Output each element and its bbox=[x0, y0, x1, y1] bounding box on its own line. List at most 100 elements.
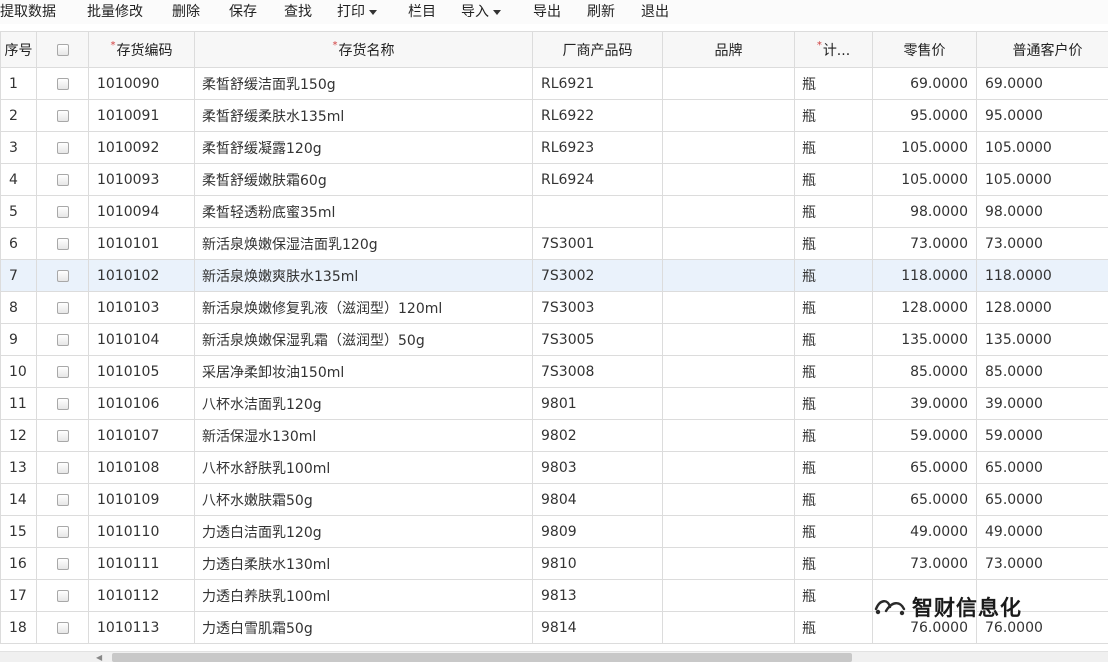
row-select-cell[interactable] bbox=[36, 163, 89, 196]
manufacturer-code-cell[interactable]: 9814 bbox=[532, 611, 663, 644]
row-checkbox[interactable] bbox=[56, 301, 69, 314]
inventory-name-cell[interactable]: 新活泉焕嫩保湿洁面乳120g bbox=[194, 227, 533, 260]
table-row[interactable]: 6 1010101 新活泉焕嫩保湿洁面乳120g 7S3001 瓶 73.0000 73.0… bbox=[0, 227, 1108, 260]
brand-cell[interactable] bbox=[662, 419, 795, 452]
columns-button[interactable]: 栏目 bbox=[408, 0, 436, 24]
row-seq-cell[interactable]: 4 bbox=[0, 163, 37, 196]
inventory-code-cell[interactable]: 1010112 bbox=[88, 579, 195, 612]
manufacturer-code-cell[interactable]: 9801 bbox=[532, 387, 663, 420]
brand-cell[interactable] bbox=[662, 131, 795, 164]
unit-cell[interactable]: 瓶 bbox=[794, 483, 873, 516]
row-checkbox[interactable] bbox=[56, 397, 69, 410]
inventory-name-cell[interactable]: 八杯水洁面乳120g bbox=[194, 387, 533, 420]
table-row[interactable]: 7 1010102 新活泉焕嫩爽肤水135ml 7S3002 瓶 118.0000 118.… bbox=[0, 259, 1108, 292]
row-select-cell[interactable] bbox=[36, 387, 89, 420]
brand-cell[interactable] bbox=[662, 579, 795, 612]
select-all-checkbox[interactable] bbox=[56, 43, 69, 56]
unit-cell[interactable]: 瓶 bbox=[794, 291, 873, 324]
manufacturer-code-cell[interactable]: 7S3005 bbox=[532, 323, 663, 356]
brand-cell[interactable] bbox=[662, 163, 795, 196]
inventory-code-cell[interactable]: 1010093 bbox=[88, 163, 195, 196]
customer-price-cell[interactable]: 65.0000 bbox=[976, 483, 1108, 516]
row-select-cell[interactable] bbox=[36, 515, 89, 548]
row-select-cell[interactable] bbox=[36, 67, 89, 100]
inventory-name-cell[interactable]: 新活泉焕嫩修复乳液（滋润型）120ml bbox=[194, 291, 533, 324]
unit-cell[interactable]: 瓶 bbox=[794, 579, 873, 612]
manufacturer-code-cell[interactable]: RL6921 bbox=[532, 67, 663, 100]
table-row[interactable]: 13 1010108 八杯水舒肤乳100ml 9803 瓶 65.0000 65.0000 bbox=[0, 451, 1108, 484]
table-row[interactable]: 8 1010103 新活泉焕嫩修复乳液（滋润型）120ml 7S3003 瓶 128.00… bbox=[0, 291, 1108, 324]
column-header-name[interactable]: *存货名称 bbox=[194, 31, 533, 68]
table-row[interactable]: 9 1010104 新活泉焕嫩保湿乳霜（滋润型）50g 7S3005 瓶 135.0000… bbox=[0, 323, 1108, 356]
brand-cell[interactable] bbox=[662, 547, 795, 580]
retail-price-cell[interactable]: 118.0000 bbox=[872, 259, 977, 292]
inventory-code-cell[interactable]: 1010102 bbox=[88, 259, 195, 292]
row-checkbox[interactable] bbox=[56, 237, 69, 250]
row-seq-cell[interactable]: 16 bbox=[0, 547, 37, 580]
customer-price-cell[interactable]: 98.0000 bbox=[976, 195, 1108, 228]
customer-price-cell[interactable]: 105.0000 bbox=[976, 131, 1108, 164]
inventory-code-cell[interactable]: 1010109 bbox=[88, 483, 195, 516]
inventory-name-cell[interactable]: 采居净柔卸妆油150ml bbox=[194, 355, 533, 388]
row-select-cell[interactable] bbox=[36, 451, 89, 484]
row-seq-cell[interactable]: 12 bbox=[0, 419, 37, 452]
inventory-name-cell[interactable]: 八杯水舒肤乳100ml bbox=[194, 451, 533, 484]
row-checkbox[interactable] bbox=[56, 269, 69, 282]
inventory-name-cell[interactable]: 力透白柔肤水130ml bbox=[194, 547, 533, 580]
retail-price-cell[interactable]: 65.0000 bbox=[872, 451, 977, 484]
row-checkbox[interactable] bbox=[56, 429, 69, 442]
extract-data-button[interactable]: 提取数据 bbox=[0, 0, 56, 24]
row-select-cell[interactable] bbox=[36, 259, 89, 292]
scroll-left-arrow-icon[interactable]: ◀ bbox=[96, 654, 104, 662]
row-select-cell[interactable] bbox=[36, 227, 89, 260]
manufacturer-code-cell[interactable]: RL6922 bbox=[532, 99, 663, 132]
brand-cell[interactable] bbox=[662, 387, 795, 420]
row-checkbox[interactable] bbox=[56, 109, 69, 122]
retail-price-cell[interactable] bbox=[872, 579, 977, 612]
brand-cell[interactable] bbox=[662, 323, 795, 356]
row-select-cell[interactable] bbox=[36, 547, 89, 580]
table-row[interactable]: 5 1010094 柔皙轻透粉底蜜35ml 瓶 98.0000 98.0000 bbox=[0, 195, 1108, 228]
delete-button[interactable]: 删除 bbox=[172, 0, 200, 24]
row-seq-cell[interactable]: 6 bbox=[0, 227, 37, 260]
inventory-name-cell[interactable]: 新活保湿水130ml bbox=[194, 419, 533, 452]
row-checkbox[interactable] bbox=[56, 333, 69, 346]
customer-price-cell[interactable]: 49.0000 bbox=[976, 515, 1108, 548]
inventory-name-cell[interactable]: 力透白雪肌霜50g bbox=[194, 611, 533, 644]
inventory-code-cell[interactable]: 1010105 bbox=[88, 355, 195, 388]
customer-price-cell[interactable]: 39.0000 bbox=[976, 387, 1108, 420]
manufacturer-code-cell[interactable]: 9803 bbox=[532, 451, 663, 484]
row-select-cell[interactable] bbox=[36, 323, 89, 356]
row-checkbox[interactable] bbox=[56, 493, 69, 506]
customer-price-cell[interactable]: 105.0000 bbox=[976, 163, 1108, 196]
column-header-retail-price[interactable]: 零售价 bbox=[872, 31, 977, 68]
manufacturer-code-cell[interactable]: 7S3008 bbox=[532, 355, 663, 388]
row-seq-cell[interactable]: 5 bbox=[0, 195, 37, 228]
brand-cell[interactable] bbox=[662, 99, 795, 132]
find-button[interactable]: 查找 bbox=[284, 0, 312, 24]
retail-price-cell[interactable]: 39.0000 bbox=[872, 387, 977, 420]
retail-price-cell[interactable]: 49.0000 bbox=[872, 515, 977, 548]
retail-price-cell[interactable]: 105.0000 bbox=[872, 131, 977, 164]
manufacturer-code-cell[interactable]: 9809 bbox=[532, 515, 663, 548]
inventory-name-cell[interactable]: 柔皙舒缓洁面乳150g bbox=[194, 67, 533, 100]
brand-cell[interactable] bbox=[662, 291, 795, 324]
export-button[interactable]: 导出 bbox=[533, 0, 561, 24]
inventory-code-cell[interactable]: 1010113 bbox=[88, 611, 195, 644]
row-checkbox[interactable] bbox=[56, 141, 69, 154]
inventory-code-cell[interactable]: 1010104 bbox=[88, 323, 195, 356]
brand-cell[interactable] bbox=[662, 67, 795, 100]
retail-price-cell[interactable]: 135.0000 bbox=[872, 323, 977, 356]
save-button[interactable]: 保存 bbox=[229, 0, 257, 24]
table-row[interactable]: 17 1010112 力透白养肤乳100ml 9813 瓶 bbox=[0, 579, 1108, 612]
brand-cell[interactable] bbox=[662, 227, 795, 260]
inventory-code-cell[interactable]: 1010103 bbox=[88, 291, 195, 324]
manufacturer-code-cell[interactable]: 9802 bbox=[532, 419, 663, 452]
inventory-code-cell[interactable]: 1010106 bbox=[88, 387, 195, 420]
column-header-brand[interactable]: 品牌 bbox=[662, 31, 795, 68]
batch-edit-button[interactable]: 批量修改 bbox=[87, 0, 143, 24]
unit-cell[interactable]: 瓶 bbox=[794, 419, 873, 452]
row-select-cell[interactable] bbox=[36, 483, 89, 516]
table-row[interactable]: 4 1010093 柔皙舒缓嫩肤霜60g RL6924 瓶 105.0000 105.000… bbox=[0, 163, 1108, 196]
brand-cell[interactable] bbox=[662, 611, 795, 644]
